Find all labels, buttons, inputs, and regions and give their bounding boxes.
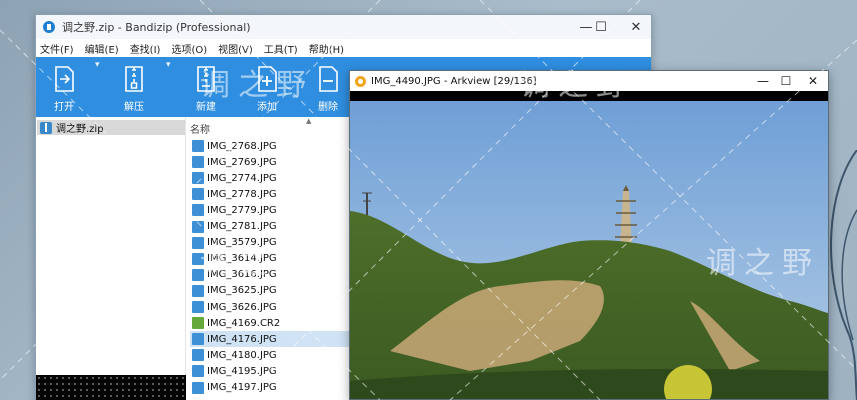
sort-ascending-icon: ▲	[306, 117, 312, 125]
maximize-button[interactable]: ☐	[581, 15, 621, 39]
folder-tree: 调之野.zip	[36, 117, 186, 400]
file-name: IMG_3626.JPG	[207, 301, 277, 313]
arkview-close-button[interactable]: ✕	[800, 71, 826, 91]
file-name: IMG_2781.JPG	[207, 221, 277, 232]
menu-find[interactable]: 查找(I)	[130, 41, 161, 56]
extract-zip-icon	[125, 66, 143, 92]
jpg-file-icon	[192, 172, 204, 185]
jpg-file-icon	[192, 381, 204, 394]
close-button[interactable]: ✕	[616, 15, 651, 39]
menu-options[interactable]: 选项(O)	[171, 41, 207, 56]
jpg-file-icon	[192, 140, 204, 152]
open-label: 打开	[54, 102, 74, 113]
open-dropdown-chevron-icon[interactable]: ▾	[95, 60, 100, 70]
arkview-window: IMG_4490.JPG - Arkview [29/136] — ☐ ✕	[349, 70, 829, 400]
file-name: IMG_2769.JPG	[207, 156, 277, 168]
jpg-file-icon	[192, 236, 204, 249]
column-header-name[interactable]: 名称	[190, 121, 210, 136]
file-name: IMG_3579.JPG	[207, 237, 277, 249]
delete-label: 删除	[318, 102, 338, 113]
file-name: IMG_2778.JPG	[207, 188, 277, 200]
delete-button[interactable]: 删除	[302, 57, 354, 117]
menu-file[interactable]: 文件(F)	[40, 41, 74, 56]
file-name: IMG_4169.CR2	[207, 317, 281, 329]
jpg-file-icon	[192, 252, 204, 265]
jpg-file-icon	[192, 284, 204, 297]
arkview-app-icon	[355, 75, 366, 87]
add-label: 添加	[257, 102, 277, 113]
new-archive-button[interactable]: 新建	[180, 57, 232, 117]
open-button[interactable]: 打开	[38, 57, 90, 117]
jpg-file-icon	[192, 333, 204, 346]
file-name: IMG_4195.JPG	[207, 365, 277, 377]
file-name: IMG_2779.JPG	[207, 204, 277, 216]
menu-view[interactable]: 视图(V)	[218, 41, 253, 56]
extract-button[interactable]: 解压	[108, 57, 160, 117]
jpg-file-icon	[192, 301, 204, 313]
jpg-file-icon	[192, 204, 204, 217]
arkview-maximize-button[interactable]: ☐	[773, 71, 799, 91]
arkview-titlebar[interactable]: IMG_4490.JPG - Arkview [29/136] — ☐ ✕	[350, 71, 828, 91]
new-label: 新建	[196, 102, 216, 113]
bandizip-app-icon	[43, 21, 55, 33]
file-name: IMG_2774.JPG	[207, 172, 277, 184]
add-file-icon	[258, 66, 277, 92]
file-name: IMG_3625.JPG	[207, 285, 277, 297]
jpg-file-icon	[192, 188, 204, 201]
jpg-file-icon	[192, 220, 204, 233]
menu-bar: 文件(F) 编辑(E) 查找(I) 选项(O) 视图(V) 工具(T) 帮助(H…	[36, 39, 651, 57]
photo-hill-pagoda[interactable]	[350, 101, 828, 400]
file-name: IMG_2768.JPG	[207, 140, 277, 152]
bandizip-window-title: 调之野.zip - Bandizip (Professional)	[62, 21, 251, 34]
arkview-window-title: IMG_4490.JPG - Arkview [29/136]	[371, 75, 537, 87]
extract-dropdown-chevron-icon[interactable]: ▾	[166, 60, 171, 70]
jpg-file-icon	[192, 268, 204, 281]
zip-archive-icon	[40, 121, 52, 134]
file-name: IMG_4197.JPG	[207, 382, 277, 393]
menu-tools[interactable]: 工具(T)	[264, 41, 298, 56]
open-archive-icon	[55, 66, 74, 92]
bandizip-titlebar[interactable]: 调之野.zip - Bandizip (Professional) — ☐ ✕	[36, 15, 651, 39]
jpg-file-icon	[192, 156, 204, 169]
raw-file-icon	[192, 317, 204, 330]
jpg-file-icon	[192, 365, 204, 378]
add-button[interactable]: 添加	[241, 57, 293, 117]
tree-item-label: 调之野.zip	[56, 124, 104, 135]
image-preview-thumbnail	[36, 375, 186, 400]
tree-item-root[interactable]: 调之野.zip	[37, 120, 185, 135]
delete-file-icon	[319, 66, 338, 92]
file-name: IMG_3614.JPG	[207, 253, 277, 265]
new-archive-icon	[197, 66, 215, 92]
extract-label: 解压	[124, 102, 144, 113]
menu-edit[interactable]: 编辑(E)	[85, 41, 119, 56]
file-name: IMG_3616.JPG	[207, 269, 277, 281]
menu-help[interactable]: 帮助(H)	[309, 41, 344, 56]
file-name: IMG_4176.JPG	[207, 333, 277, 345]
jpg-file-icon	[192, 349, 204, 362]
file-name: IMG_4180.JPG	[207, 349, 277, 361]
